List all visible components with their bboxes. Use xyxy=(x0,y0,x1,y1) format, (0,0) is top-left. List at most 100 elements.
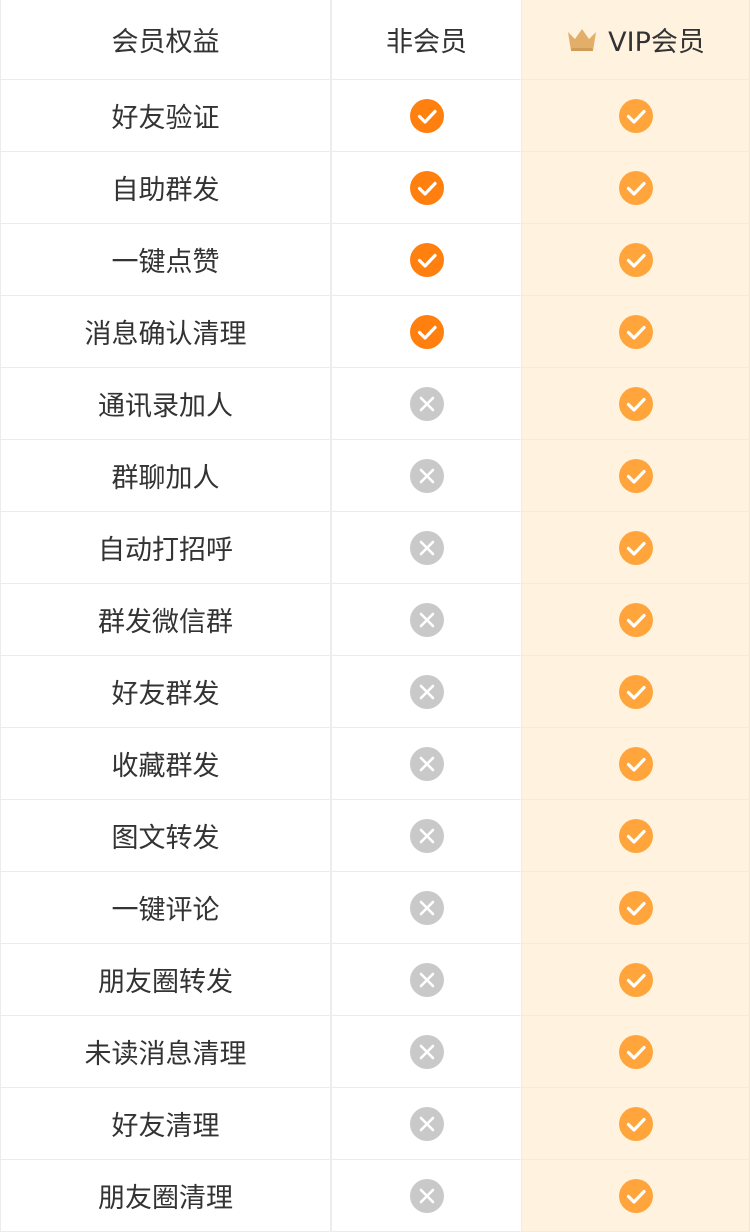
feature-cell: 图文转发 xyxy=(0,800,332,871)
vip-cell xyxy=(522,1088,750,1159)
check-circle-icon xyxy=(618,962,653,997)
cross-circle-icon xyxy=(409,746,444,781)
vip-cell xyxy=(522,584,750,655)
feature-cell: 朋友圈清理 xyxy=(0,1160,332,1231)
membership-comparison-table: 会员权益 非会员 VIP会员 好友验证 自助群发一键点赞消息确认清理通讯录加人群聊… xyxy=(0,0,750,1232)
feature-label: 自动打招呼 xyxy=(98,535,233,566)
check-circle-icon xyxy=(618,170,653,205)
check-circle-icon xyxy=(618,1034,653,1069)
table-row: 通讯录加人 xyxy=(0,368,750,440)
feature-cell: 通讯录加人 xyxy=(0,368,332,439)
table-header-row: 会员权益 非会员 VIP会员 xyxy=(0,0,750,80)
feature-label: 群聊加人 xyxy=(111,463,220,494)
nonmember-cell xyxy=(332,1160,522,1231)
nonmember-cell xyxy=(332,296,522,367)
feature-label: 好友群发 xyxy=(111,679,220,710)
cross-circle-icon xyxy=(409,962,444,997)
feature-cell: 自助群发 xyxy=(0,152,332,223)
check-circle-icon xyxy=(618,890,653,925)
cross-circle-icon xyxy=(409,890,444,925)
cross-circle-icon xyxy=(409,386,444,421)
feature-label: 一键评论 xyxy=(111,895,220,926)
table-row: 消息确认清理 xyxy=(0,296,750,368)
table-row: 好友验证 xyxy=(0,80,750,152)
feature-cell: 好友群发 xyxy=(0,656,332,727)
feature-label: 朋友圈清理 xyxy=(98,1183,233,1214)
nonmember-cell xyxy=(332,584,522,655)
header-nonmember-label: 非会员 xyxy=(386,27,467,58)
check-circle-icon xyxy=(618,1106,653,1141)
table-row: 收藏群发 xyxy=(0,728,750,800)
feature-label: 一键点赞 xyxy=(111,247,220,278)
check-circle-icon xyxy=(618,458,653,493)
nonmember-cell xyxy=(332,440,522,511)
vip-cell xyxy=(522,296,750,367)
check-circle-icon xyxy=(409,170,444,205)
header-vip: VIP会员 xyxy=(522,0,750,79)
table-row: 自助群发 xyxy=(0,152,750,224)
vip-cell xyxy=(522,656,750,727)
header-vip-group: VIP会员 xyxy=(566,20,705,59)
feature-cell: 群聊加人 xyxy=(0,440,332,511)
feature-label: 未读消息清理 xyxy=(84,1039,247,1070)
check-circle-icon xyxy=(618,674,653,709)
table-row: 一键点赞 xyxy=(0,224,750,296)
feature-cell: 一键点赞 xyxy=(0,224,332,295)
table-row: 自动打招呼 xyxy=(0,512,750,584)
header-feature: 会员权益 xyxy=(0,0,332,79)
feature-cell: 未读消息清理 xyxy=(0,1016,332,1087)
table-row: 一键评论 xyxy=(0,872,750,944)
nonmember-cell xyxy=(332,944,522,1015)
nonmember-cell xyxy=(332,512,522,583)
nonmember-cell xyxy=(332,80,522,151)
check-circle-icon xyxy=(409,242,444,277)
vip-cell xyxy=(522,800,750,871)
check-circle-icon xyxy=(618,746,653,781)
check-circle-icon xyxy=(409,314,444,349)
vip-cell xyxy=(522,80,750,151)
nonmember-cell xyxy=(332,728,522,799)
feature-cell: 自动打招呼 xyxy=(0,512,332,583)
header-nonmember: 非会员 xyxy=(332,0,522,79)
vip-cell xyxy=(522,512,750,583)
check-circle-icon xyxy=(618,242,653,277)
table-row: 未读消息清理 xyxy=(0,1016,750,1088)
nonmember-cell xyxy=(332,224,522,295)
feature-label: 消息确认清理 xyxy=(84,319,247,350)
feature-cell: 消息确认清理 xyxy=(0,296,332,367)
feature-label: 图文转发 xyxy=(111,823,220,854)
table-row: 朋友圈清理 xyxy=(0,1160,750,1232)
nonmember-cell xyxy=(332,1016,522,1087)
vip-cell xyxy=(522,440,750,511)
header-feature-label: 会员权益 xyxy=(111,27,220,58)
vip-cell xyxy=(522,1160,750,1231)
cross-circle-icon xyxy=(409,602,444,637)
check-circle-icon xyxy=(618,386,653,421)
vip-cell xyxy=(522,728,750,799)
nonmember-cell xyxy=(332,368,522,439)
check-circle-icon xyxy=(618,602,653,637)
table-row: 图文转发 xyxy=(0,800,750,872)
check-circle-icon xyxy=(409,98,444,133)
feature-cell: 收藏群发 xyxy=(0,728,332,799)
vip-cell xyxy=(522,872,750,943)
check-circle-icon xyxy=(618,818,653,853)
vip-cell xyxy=(522,368,750,439)
nonmember-cell xyxy=(332,872,522,943)
table-row: 群发微信群 xyxy=(0,584,750,656)
feature-cell: 群发微信群 xyxy=(0,584,332,655)
table-body: 好友验证 自助群发一键点赞消息确认清理通讯录加人群聊加人自动打招呼群发微信群好友群… xyxy=(0,80,750,1232)
feature-label: 群发微信群 xyxy=(98,607,233,638)
table-row: 好友清理 xyxy=(0,1088,750,1160)
cross-circle-icon xyxy=(409,530,444,565)
check-circle-icon xyxy=(618,1178,653,1213)
vip-cell xyxy=(522,1016,750,1087)
nonmember-cell xyxy=(332,152,522,223)
cross-circle-icon xyxy=(409,1106,444,1141)
nonmember-cell xyxy=(332,656,522,727)
table-row: 群聊加人 xyxy=(0,440,750,512)
cross-circle-icon xyxy=(409,458,444,493)
feature-cell: 好友清理 xyxy=(0,1088,332,1159)
nonmember-cell xyxy=(332,1088,522,1159)
check-circle-icon xyxy=(618,98,653,133)
